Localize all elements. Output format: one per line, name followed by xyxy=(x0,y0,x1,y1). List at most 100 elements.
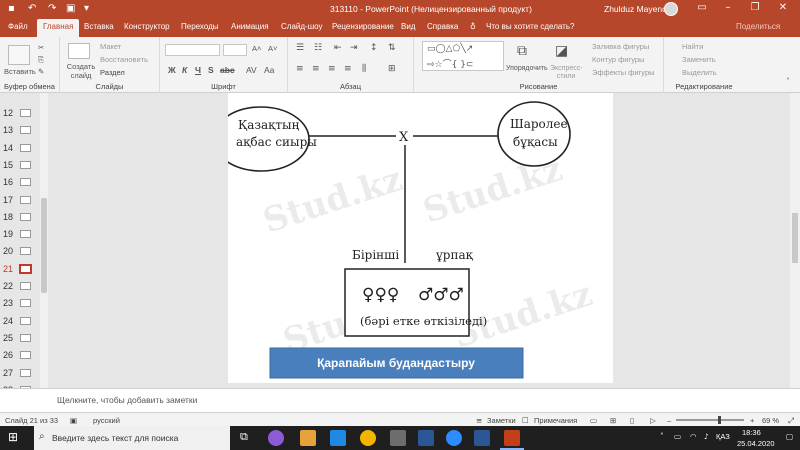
zoom-out-icon[interactable]: – xyxy=(667,416,671,425)
input-language[interactable]: ҚАЗ xyxy=(716,432,730,441)
edge-browser-icon[interactable] xyxy=(330,430,346,446)
zoom-in-icon[interactable]: + xyxy=(750,416,754,425)
zoom-level[interactable]: 69 % xyxy=(762,416,779,425)
tab-transitions[interactable]: Переходы xyxy=(181,22,219,31)
shapes-gallery[interactable]: ▭◯△⬠╲↗ ⇨☆⌒{ }⊂ xyxy=(422,41,504,71)
collapse-ribbon-icon[interactable]: ˄ xyxy=(786,77,790,86)
share-button[interactable]: Поделиться xyxy=(736,22,780,31)
fit-slide-icon[interactable]: ⤢ xyxy=(788,416,794,426)
tab-review[interactable]: Рецензирование xyxy=(332,22,394,31)
windows-start-icon[interactable]: ⊞ xyxy=(8,430,24,446)
shrink-font-icon[interactable]: A˅ xyxy=(268,44,277,53)
replace-button[interactable]: Заменить xyxy=(682,55,716,64)
file-explorer-icon[interactable] xyxy=(300,430,316,446)
tab-design[interactable]: Конструктор xyxy=(124,22,170,31)
slide-scroll-thumb[interactable] xyxy=(792,213,798,263)
slide-thumbnail-image[interactable] xyxy=(20,316,31,325)
smartart-icon[interactable]: ⊞ xyxy=(388,64,396,74)
word-app-icon[interactable] xyxy=(474,430,490,446)
slide-thumbnail-image[interactable] xyxy=(20,247,31,256)
minimize-icon[interactable]: – xyxy=(718,2,738,13)
close-icon[interactable]: ✕ xyxy=(773,2,793,13)
volume-icon[interactable]: ♪ xyxy=(704,432,709,441)
slide-thumbnail-image[interactable] xyxy=(20,333,31,342)
line-spacing-icon[interactable]: ↕ xyxy=(370,43,378,53)
tab-help[interactable]: Справка xyxy=(427,22,458,31)
slide-thumbnail-image[interactable] xyxy=(20,178,31,187)
change-case-icon[interactable]: Aa xyxy=(264,65,274,75)
shape-outline-button[interactable]: Контур фигуры xyxy=(592,55,644,64)
network-icon[interactable]: ◠ xyxy=(690,432,697,441)
bullets-icon[interactable]: ☰ xyxy=(296,43,304,53)
reset-button[interactable]: Восстановить xyxy=(100,55,148,64)
quick-styles-button[interactable]: Экспресс-стили xyxy=(550,65,583,81)
arrange-button[interactable]: Упорядочить xyxy=(506,65,548,72)
tab-insert[interactable]: Вставка xyxy=(84,22,114,31)
paste-icon[interactable] xyxy=(8,45,30,65)
shapes-row2-icon[interactable]: ⇨☆⌒{ }⊂ xyxy=(427,57,473,70)
zoom-slider-thumb[interactable] xyxy=(718,416,721,424)
align-right-icon[interactable]: ≡ xyxy=(328,64,336,74)
comments-icon[interactable]: ☐ xyxy=(522,416,529,425)
slide-thumbnail-image[interactable] xyxy=(20,160,31,169)
find-button[interactable]: Найти xyxy=(682,42,703,51)
powerpoint-icon[interactable] xyxy=(504,430,520,446)
slide-thumbnail-image[interactable] xyxy=(20,195,31,204)
slide-thumbnail-image[interactable] xyxy=(20,126,31,135)
new-slide-button[interactable]: Создать слайд xyxy=(66,62,96,80)
redo-icon[interactable]: ↷ xyxy=(48,3,56,14)
notes-pane[interactable]: Щелкните, чтобы добавить заметки xyxy=(0,388,800,412)
zoom-app-icon[interactable] xyxy=(446,430,462,446)
notes-button[interactable]: Заметки xyxy=(487,416,516,425)
slide-scrollbar[interactable] xyxy=(790,93,800,388)
zoom-slider[interactable] xyxy=(676,419,744,421)
numbering-icon[interactable]: ☷ xyxy=(314,43,322,53)
spacing-icon[interactable]: AV xyxy=(246,65,257,75)
slide-thumbnail-image[interactable] xyxy=(19,263,32,274)
columns-icon[interactable]: ⫼ xyxy=(362,64,366,74)
customize-qat-icon[interactable]: ▾ xyxy=(84,3,89,14)
text-direction-icon[interactable]: ⇅ xyxy=(388,43,396,53)
layout-button[interactable]: Макет xyxy=(100,42,121,51)
slide-thumbnail-image[interactable] xyxy=(20,282,31,290)
tray-chevron-icon[interactable]: ˄ xyxy=(660,432,664,441)
align-center-icon[interactable]: ≡ xyxy=(312,64,320,74)
grow-font-icon[interactable]: A˄ xyxy=(252,44,261,53)
slide-thumbnail-image[interactable] xyxy=(20,212,31,221)
tab-animations[interactable]: Анимация xyxy=(231,22,269,31)
new-slide-icon[interactable] xyxy=(68,43,90,59)
maximize-icon[interactable]: ❐ xyxy=(745,2,765,13)
align-left-icon[interactable]: ≡ xyxy=(296,64,304,74)
undo-icon[interactable]: ↶ xyxy=(28,3,36,14)
slideshow-icon[interactable]: ▷ xyxy=(650,416,656,425)
avatar[interactable] xyxy=(664,2,678,16)
comments-button[interactable]: Примечания xyxy=(534,416,577,425)
cut-icon[interactable]: ✂ xyxy=(38,43,44,52)
strikethrough-icon[interactable]: abc xyxy=(220,65,235,75)
tab-slideshow[interactable]: Слайд-шоу xyxy=(281,22,322,31)
shape-fill-button[interactable]: Заливка фигуры xyxy=(592,42,649,51)
thumbnails-scroll-thumb[interactable] xyxy=(41,198,47,293)
arrange-icon[interactable]: ⧉ xyxy=(517,43,527,59)
slide-canvas[interactable]: Stud.kz Stud.kz Stud.kz Stud.kz Қазақтың… xyxy=(212,93,613,383)
slide-thumbnail-image[interactable] xyxy=(20,109,31,117)
word-icon[interactable] xyxy=(418,430,434,446)
notifications-icon[interactable]: ▢ xyxy=(786,432,793,441)
notes-placeholder[interactable]: Щелкните, чтобы добавить заметки xyxy=(57,395,197,405)
underline-icon[interactable]: Ч xyxy=(195,65,201,75)
start-presentation-icon[interactable]: ▣ xyxy=(66,3,75,14)
ribbon-display-icon[interactable]: ▭ xyxy=(692,2,712,13)
taskbar-search-box[interactable]: ⌕ Введите здесь текст для поиска xyxy=(34,426,230,450)
tab-file[interactable]: Файл xyxy=(8,22,28,31)
italic-icon[interactable]: К xyxy=(182,65,187,75)
clock-date[interactable]: 25.04.2020 xyxy=(737,439,775,448)
app-circle-icon[interactable] xyxy=(268,430,284,446)
chrome-icon[interactable] xyxy=(360,430,376,446)
save-icon[interactable]: ▪ xyxy=(8,3,15,14)
tab-home[interactable]: Главная xyxy=(37,19,80,37)
slide-thumbnail-image[interactable] xyxy=(20,368,31,377)
tab-view[interactable]: Вид xyxy=(401,22,415,31)
copy-icon[interactable]: ⎘ xyxy=(38,55,44,65)
store-icon[interactable] xyxy=(390,430,406,446)
shapes-icon[interactable]: ▭◯△⬠╲↗ xyxy=(427,44,473,54)
